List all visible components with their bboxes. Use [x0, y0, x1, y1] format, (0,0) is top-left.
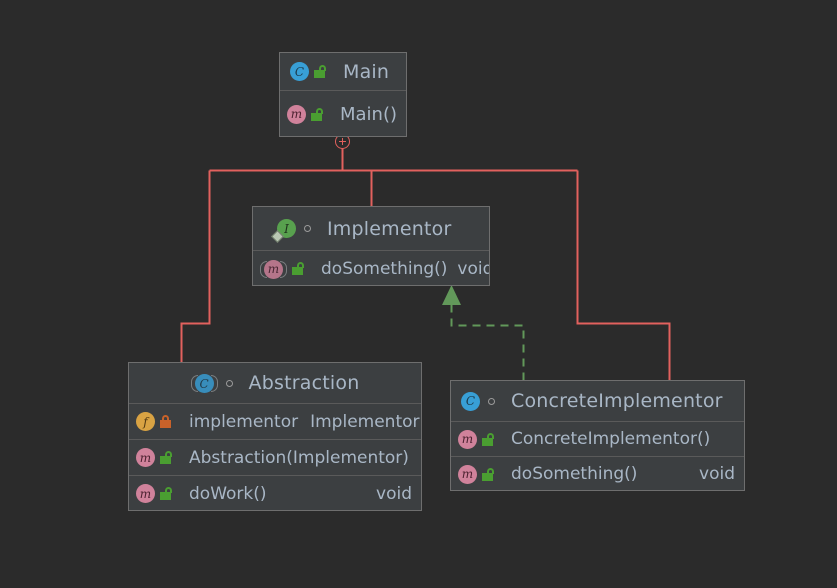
uml-node-implementor[interactable]: I Implementor m doSomething() void: [252, 206, 490, 286]
node-title-abstraction: Abstraction: [249, 372, 360, 394]
member-name: ConcreteImplementor(): [511, 429, 710, 449]
circle-marker-icon: [488, 398, 495, 405]
class-icon: C: [290, 62, 309, 81]
edge-main-to-concreteimplementor: [578, 171, 670, 381]
node-header-concreteimplementor: C ConcreteImplementor: [451, 381, 744, 422]
node-title-concreteimplementor: ConcreteImplementor: [511, 390, 723, 412]
unlocked-padlock-icon: [311, 108, 324, 121]
member-type: void: [685, 464, 735, 484]
node-title-implementor: Implementor: [327, 218, 451, 240]
node-header-main: C Main: [280, 53, 406, 91]
member-name: implementor: [189, 412, 298, 432]
locked-padlock-icon: [160, 415, 173, 428]
method-icon: m: [136, 484, 155, 503]
unlocked-padlock-icon: [292, 262, 305, 275]
method-icon: m: [136, 448, 155, 467]
unlocked-padlock-icon: [482, 433, 495, 446]
table-row[interactable]: f implementor Implementor: [129, 404, 421, 440]
member-type: void: [447, 259, 490, 279]
method-icon: m: [287, 105, 306, 124]
realization-arrowhead-icon: [442, 285, 461, 305]
uml-node-main[interactable]: C Main m Main(): [279, 52, 407, 137]
member-name: Abstraction(Implementor): [189, 448, 409, 468]
unlocked-padlock-icon: [482, 468, 495, 481]
node-header-implementor: I Implementor: [253, 207, 489, 251]
member-type: Implementor: [298, 412, 419, 432]
uml-node-concreteimplementor[interactable]: C ConcreteImplementor m ConcreteImplemen…: [450, 380, 745, 491]
field-icon: f: [136, 412, 155, 431]
member-type: void: [362, 484, 412, 504]
node-header-abstraction: C Abstraction: [129, 363, 421, 404]
method-icon: m: [458, 465, 477, 484]
method-icon: m: [458, 430, 477, 449]
member-name: Main(): [340, 104, 397, 125]
member-name: doSomething(): [511, 464, 637, 484]
edge-concreteimplementor-realizes-implementor: [452, 304, 524, 381]
class-icon: C: [461, 392, 480, 411]
unlocked-padlock-icon: [160, 451, 173, 464]
table-row[interactable]: m doWork() void: [129, 476, 421, 511]
abstract-class-icon: C: [191, 373, 218, 394]
node-title-main: Main: [343, 61, 389, 83]
abstract-method-icon: m: [260, 258, 287, 279]
member-name: doWork(): [189, 484, 267, 504]
unlocked-padlock-icon: [160, 487, 173, 500]
circle-marker-icon: [226, 380, 233, 387]
table-row[interactable]: m ConcreteImplementor(): [451, 422, 744, 457]
interface-icon: I: [277, 219, 296, 238]
member-name: doSomething(): [321, 259, 447, 279]
table-row[interactable]: m doSomething() void: [451, 457, 744, 491]
circle-marker-icon: [304, 225, 311, 232]
diagram-canvas[interactable]: C Main m Main() I: [0, 0, 837, 588]
uml-node-abstraction[interactable]: C Abstraction f implementor Implementor …: [128, 362, 422, 511]
member-row[interactable]: m Main(): [280, 91, 406, 137]
member-row[interactable]: m doSomething() void: [253, 251, 489, 286]
unlocked-padlock-icon: [314, 65, 327, 78]
table-row[interactable]: m Abstraction(Implementor): [129, 440, 421, 476]
edge-main-to-abstraction: [182, 171, 210, 363]
